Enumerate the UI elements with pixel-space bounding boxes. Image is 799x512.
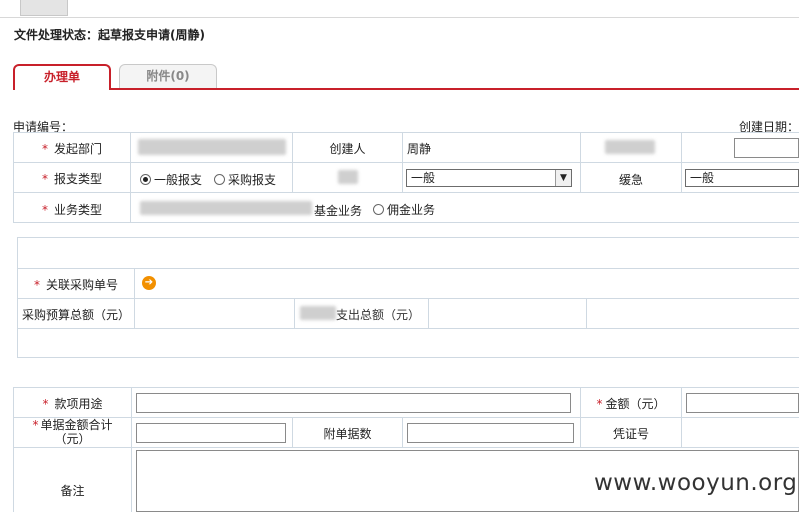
row-border [17,328,799,329]
voucher-label: 凭证号 [612,427,649,441]
purpose-label: * 款项用途 [42,397,103,411]
document-status: 文件处理状态：起草报支申请(周静) [14,28,205,42]
business-type-label: * 业务类型 [41,203,102,217]
col-border [586,298,587,328]
toolbar-icon[interactable] [20,0,68,16]
linked-po-label: * 关联采购单号 [33,278,118,292]
amount-label: * 金额（元） [596,397,666,411]
amount-input[interactable] [686,393,799,413]
col-border [131,387,132,512]
radio-icon[interactable] [214,174,225,185]
report-type-label: * 报支类型 [41,172,102,186]
select-po-icon[interactable]: ➔ [142,276,156,290]
col-border [134,268,135,328]
redacted-label [338,170,358,184]
col-border [402,417,403,447]
tab-form[interactable]: 办理单 [13,64,111,90]
report-type-general-option[interactable]: 一般报支 [140,171,202,188]
budget-total-label: 采购预算总额（元） [22,308,131,322]
attachments-count-input[interactable] [407,423,574,443]
report-type-purchase-option[interactable]: 采购报支 [214,171,276,188]
creator-value: 周静 [407,142,432,156]
dept-value-redacted [138,139,286,155]
created-date-field[interactable] [734,138,799,158]
remark-label: 备注 [60,484,85,498]
tab-attachments[interactable]: 附件(0) [119,64,217,88]
col-border [402,132,403,192]
level-select[interactable]: 一般 ▼ [406,169,572,187]
col-border [130,132,131,222]
row-border [13,222,799,223]
col-border [681,132,682,192]
tab-underline [110,88,799,90]
col-border [294,298,295,328]
radio-icon[interactable] [140,174,151,185]
col-border [681,387,682,447]
purpose-input[interactable] [136,393,571,413]
business-type-redacted [140,201,312,215]
watermark: www.wooyun.org [594,470,798,496]
doc-total-label: * 单据金额合计 （元） [32,418,113,446]
chevron-down-icon[interactable]: ▼ [555,170,571,186]
creator-label: 创建人 [329,142,366,156]
urgency-label: 缓急 [618,173,643,187]
fund-business-option[interactable]: 基金业务 [314,202,362,219]
dept-label: * 发起部门 [41,142,102,156]
redacted-label [300,306,336,320]
toolbar-divider [0,17,799,18]
doc-total-input[interactable] [136,423,286,443]
attachments-count-label: 附单据数 [323,427,372,441]
redacted-label [605,140,655,154]
commission-business-option[interactable]: 佣金业务 [373,201,435,218]
radio-icon[interactable] [373,204,384,215]
urgency-select[interactable]: 一般 [685,169,799,187]
col-border [428,298,429,328]
expense-total-label: 支出总额（元） [336,308,421,322]
